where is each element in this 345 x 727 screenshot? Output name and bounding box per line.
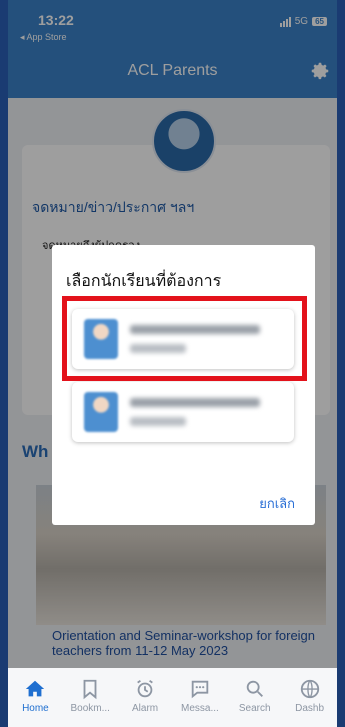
message-icon: [191, 680, 209, 699]
tab-label: Search: [238, 703, 271, 714]
selection-highlight-box: [62, 296, 307, 381]
student-class-redacted: [130, 417, 186, 426]
tab-label: Dashb: [295, 703, 324, 714]
tab-dashboard[interactable]: Dashb: [282, 668, 337, 727]
alarm-icon: [137, 679, 153, 698]
student-photo: [84, 392, 118, 432]
tab-search[interactable]: Search: [227, 668, 282, 727]
tab-label: Alarm: [132, 703, 159, 714]
search-icon: [246, 680, 263, 697]
student-name-redacted: [130, 398, 260, 407]
dialog-title: เลือกนักเรียนที่ต้องการ: [66, 273, 222, 290]
tab-label: Bookm...: [70, 703, 110, 714]
home-icon: [26, 680, 45, 697]
tab-alarm[interactable]: Alarm: [118, 668, 173, 727]
bookmark-icon: [83, 679, 97, 700]
tab-label: Messa...: [181, 703, 219, 714]
tab-bookmark[interactable]: Bookm...: [63, 668, 118, 727]
tab-bar: Home Bookm... Alarm Messa... Search Dash…: [8, 668, 337, 727]
tab-message[interactable]: Messa...: [172, 668, 227, 727]
cancel-button[interactable]: ยกเลิก: [259, 493, 295, 514]
student-select-dialog: เลือกนักเรียนที่ต้องการ ยกเลิก: [52, 245, 315, 525]
tab-home[interactable]: Home: [8, 668, 63, 727]
dashboard-icon: [300, 679, 319, 699]
student-info: [130, 398, 260, 426]
tab-label: Home: [22, 703, 49, 714]
student-option[interactable]: [72, 382, 294, 442]
